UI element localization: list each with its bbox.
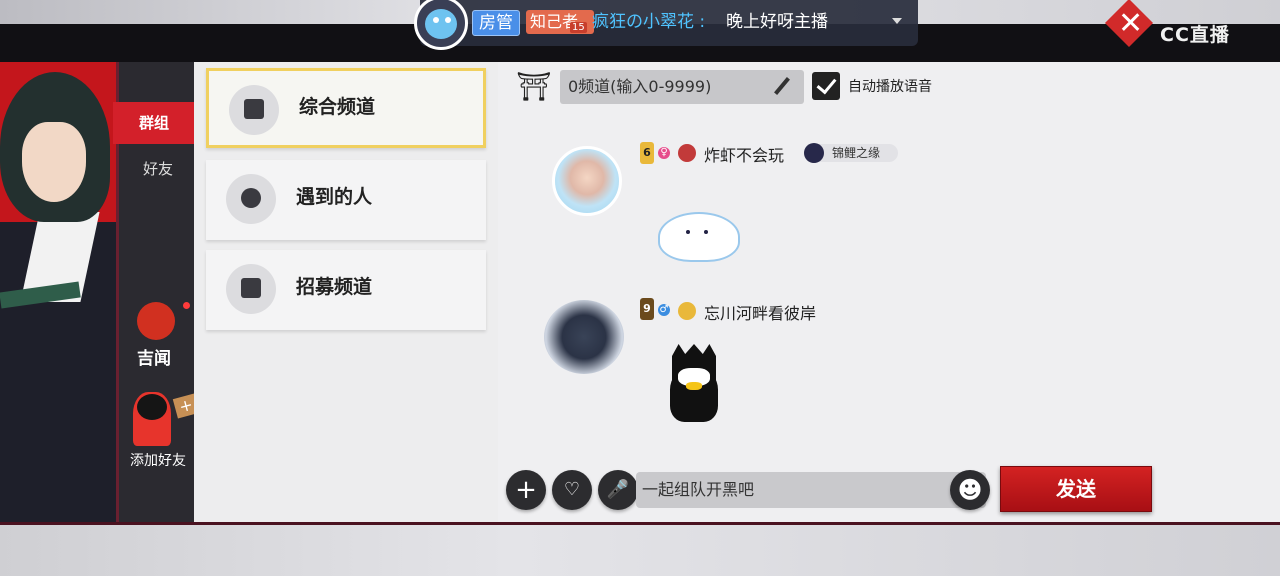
tab-group[interactable]: 群组 — [113, 102, 195, 144]
lantern-icon — [137, 302, 175, 340]
channel-met-people[interactable]: 遇到的人 — [206, 160, 486, 240]
level-badge: 9 — [640, 298, 654, 320]
channel-number-input[interactable]: 0频道(输入0-9999) — [560, 70, 804, 104]
cinnamoroll-sticker[interactable] — [658, 212, 740, 262]
bookmark-plus-icon — [226, 264, 276, 314]
fan-level: 15 — [570, 22, 587, 33]
avatar[interactable] — [552, 146, 622, 216]
message-username: 忘川河畔看彼岸 — [704, 304, 817, 323]
close-button[interactable]: ✕ — [1104, 0, 1156, 48]
avatar[interactable] — [544, 300, 624, 374]
channel-label: 综合频道 — [299, 96, 376, 118]
side-tabs: 群组 好友 吉闻 + 添加好友 — [113, 62, 200, 522]
send-button[interactable]: 发送 — [1000, 466, 1152, 512]
chat-panel: ⛩ 0频道(输入0-9999) 自动播放语音 6 ♀ 炸虾不会玩 锦鲤之缘 9 … — [498, 62, 1280, 522]
title-text: 锦鲤之缘 — [832, 146, 881, 160]
character-portrait — [0, 62, 116, 522]
close-icon: ✕ — [1118, 6, 1144, 41]
emoji-button[interactable]: ☻ — [950, 470, 990, 510]
add-friend-label: 添加好友 — [130, 453, 186, 469]
channel-general[interactable]: 综合频道 — [206, 68, 486, 148]
autoplay-checkbox[interactable] — [812, 72, 840, 100]
cc-logo: CC直播 — [1160, 24, 1230, 46]
plus-button[interactable]: + — [506, 470, 546, 510]
chat-bubble-icon — [229, 85, 279, 135]
sticker-button[interactable]: ♡ — [552, 470, 592, 510]
tab-friends[interactable]: 好友 — [119, 148, 197, 190]
channel-label: 招募频道 — [296, 276, 373, 298]
male-icon: ♂ — [658, 304, 670, 316]
torii-icon: ⛩ — [516, 70, 552, 103]
autoplay-label: 自动播放语音 — [848, 79, 932, 95]
badtz-maru-sticker[interactable] — [668, 344, 720, 424]
frame-icon — [678, 144, 696, 162]
message-input[interactable] — [636, 472, 986, 508]
microphone-button[interactable]: 🎤 — [598, 470, 638, 510]
danmaku-message: 晚上好呀主播 — [726, 12, 828, 32]
frame-icon — [678, 302, 696, 320]
add-friend-button[interactable]: + 添加好友 — [119, 392, 200, 472]
person-icon — [226, 174, 276, 224]
channel-list: 综合频道 遇到的人 招募频道 — [194, 62, 498, 522]
level-badge: 6 — [640, 142, 654, 164]
message-username: 炸虾不会玩 — [704, 146, 785, 165]
news-button[interactable]: 吉闻 — [133, 302, 190, 372]
title-badge: 锦鲤之缘 — [804, 143, 899, 163]
female-icon: ♀ — [658, 147, 670, 159]
notification-dot — [183, 302, 190, 309]
news-label: 吉闻 — [137, 349, 171, 369]
role-badge: 房管 — [472, 10, 520, 36]
bottom-strip — [0, 522, 1280, 576]
koi-icon — [804, 143, 824, 163]
channel-label: 遇到的人 — [296, 186, 373, 208]
danmaku-username: 疯狂の小翠花 : — [592, 12, 706, 32]
chevron-down-icon[interactable] — [892, 18, 902, 24]
channel-recruit[interactable]: 招募频道 — [206, 250, 486, 330]
